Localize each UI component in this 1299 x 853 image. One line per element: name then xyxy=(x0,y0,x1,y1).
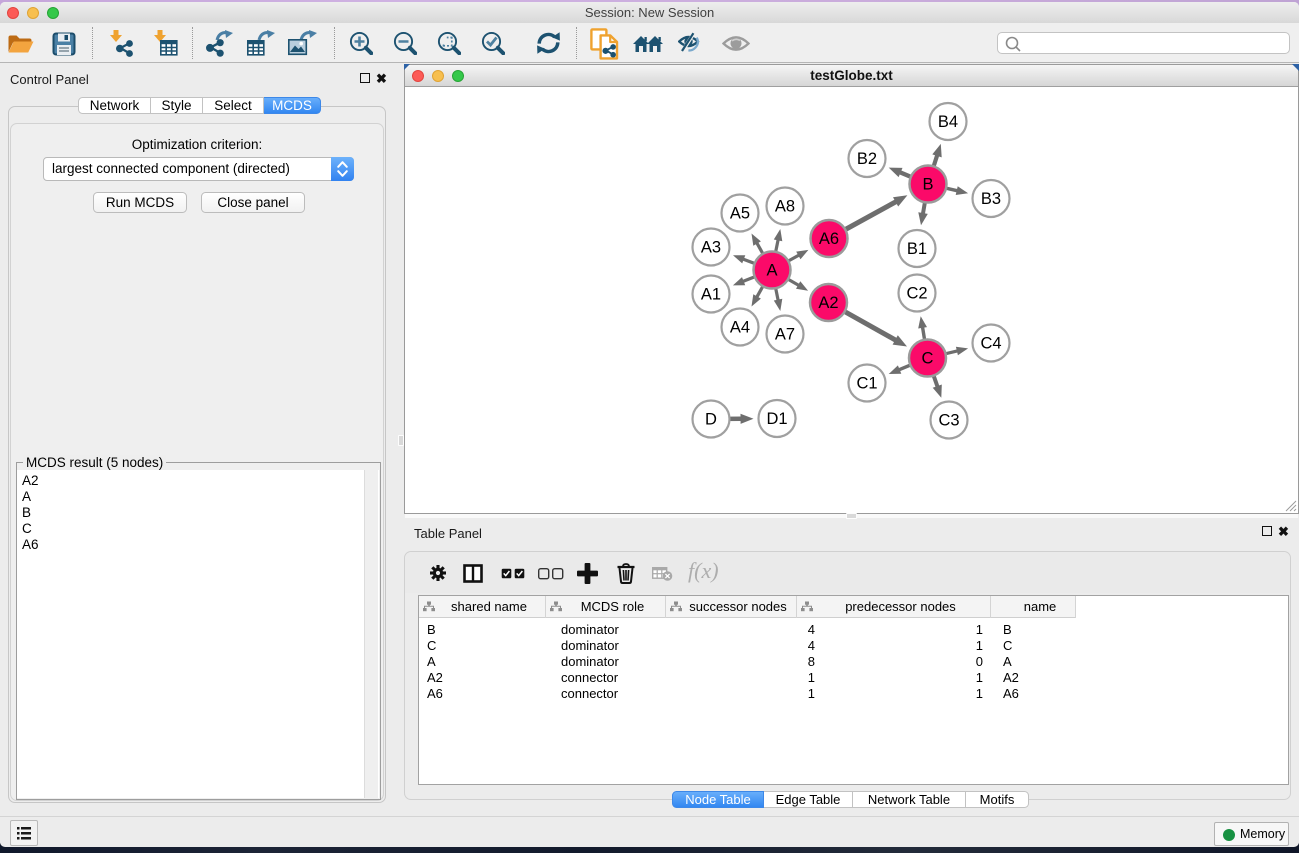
svg-text:B1: B1 xyxy=(906,240,926,258)
svg-text:B2: B2 xyxy=(856,150,876,168)
svg-text:A3: A3 xyxy=(700,238,720,256)
svg-text:C4: C4 xyxy=(980,334,1001,352)
svg-text:A6: A6 xyxy=(818,230,838,248)
svg-text:B4: B4 xyxy=(937,113,957,131)
svg-text:C2: C2 xyxy=(906,284,927,302)
svg-text:D: D xyxy=(705,410,717,428)
svg-text:C: C xyxy=(921,349,933,367)
svg-text:A7: A7 xyxy=(774,325,794,343)
svg-text:A4: A4 xyxy=(729,318,749,336)
svg-text:A2: A2 xyxy=(818,294,838,312)
svg-text:A: A xyxy=(766,261,777,279)
svg-text:A8: A8 xyxy=(774,197,794,215)
svg-text:D1: D1 xyxy=(766,410,787,428)
svg-text:C1: C1 xyxy=(856,374,877,392)
svg-text:A5: A5 xyxy=(729,204,749,222)
svg-text:C3: C3 xyxy=(938,411,959,429)
svg-text:B: B xyxy=(922,175,933,193)
svg-text:A1: A1 xyxy=(700,285,720,303)
svg-text:B3: B3 xyxy=(980,190,1000,208)
